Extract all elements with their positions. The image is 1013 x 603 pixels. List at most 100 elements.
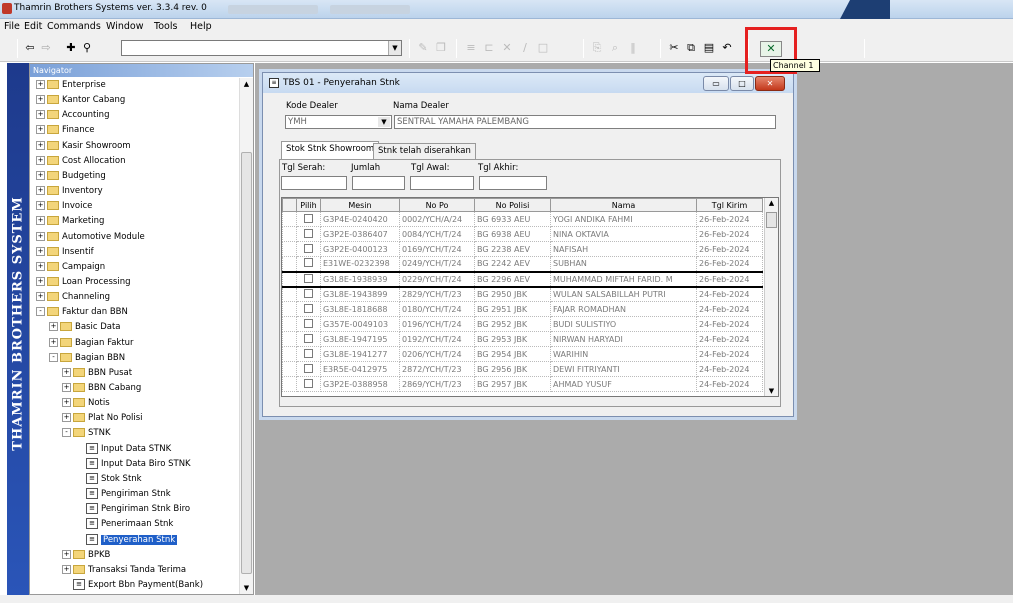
nama-dealer-field[interactable]: SENTRAL YAMAHA PALEMBANG (394, 115, 776, 129)
grid-scrollbar[interactable]: ▲ ▼ (764, 198, 778, 396)
nav-item[interactable]: + Cost Allocation (36, 154, 126, 168)
expand-icon[interactable]: + (36, 216, 45, 226)
menu-commands[interactable]: Commands (47, 21, 101, 32)
column-header[interactable]: Tgl Kirim (696, 198, 763, 212)
nav-item[interactable]: + Budgeting (36, 169, 106, 183)
menu-window[interactable]: Window (106, 21, 143, 32)
expand-icon[interactable]: + (36, 170, 45, 180)
nav-item[interactable]: + Marketing (36, 214, 104, 228)
nav-item[interactable]: + BPKB (62, 548, 110, 562)
pilih-checkbox[interactable] (304, 273, 313, 283)
table-row[interactable]: G3P2E-0388958 2869/YCH/T/23 BG 2957 JBK AHM… (282, 376, 763, 392)
expand-icon[interactable]: + (62, 564, 71, 574)
edit-icon[interactable]: ✎ (416, 41, 430, 55)
expand-icon[interactable]: + (36, 155, 45, 165)
pilih-checkbox[interactable] (304, 348, 313, 358)
expand-icon[interactable]: + (62, 398, 71, 408)
nav-item[interactable]: ≡ Penyerahan Stnk (75, 533, 178, 547)
forward-icon[interactable]: ⇨ (40, 41, 52, 55)
expand-icon[interactable]: + (62, 413, 71, 423)
tab-stnk-telah-diserahkan[interactable]: Stnk telah diserahkan (373, 143, 476, 159)
nav-item[interactable]: + Insentif (36, 245, 94, 259)
pilih-checkbox[interactable] (304, 243, 313, 253)
box-icon[interactable]: □ (536, 41, 550, 55)
pen-icon[interactable]: ∕ (518, 41, 532, 55)
nav-item[interactable]: ≡ Penerimaan Stnk (75, 517, 173, 531)
menu-tools[interactable]: Tools (154, 21, 177, 32)
nav-item[interactable]: ≡ Pengiriman Stnk Biro (75, 502, 190, 516)
menu-help[interactable]: Help (190, 21, 212, 32)
menu-file[interactable]: File (4, 21, 20, 32)
nav-item[interactable]: + Bagian Faktur (49, 336, 134, 350)
close-button[interactable]: ✕ (755, 76, 785, 91)
nav-item[interactable]: + Invoice (36, 199, 92, 213)
pilih-checkbox[interactable] (304, 258, 313, 268)
nav-item[interactable]: + Plat No Polisi (62, 411, 143, 425)
table-row[interactable]: E31WE-0232398 0249/YCH/T/24 BG 2242 AEV SUB… (282, 256, 763, 272)
nav-item[interactable]: + Accounting (36, 108, 109, 122)
binoculars-icon[interactable]: ⚲ (80, 41, 94, 55)
column-header[interactable]: Pilih (296, 198, 321, 212)
paste-icon[interactable]: ▤ (702, 41, 716, 55)
nav-item[interactable]: - STNK (62, 426, 111, 440)
nav-item[interactable]: - Faktur dan BBN (36, 305, 128, 319)
maximize-button[interactable]: □ (730, 76, 754, 91)
bookmark-icon[interactable]: ✚ (64, 41, 78, 55)
expand-icon[interactable]: + (36, 80, 45, 89)
pilih-checkbox[interactable] (304, 318, 313, 328)
scroll-down-icon[interactable]: ▼ (240, 584, 253, 592)
list-icon[interactable]: ≡ (464, 41, 478, 55)
scroll-up-icon[interactable]: ▲ (765, 199, 778, 207)
pilih-checkbox[interactable] (304, 228, 313, 238)
scroll-up-icon[interactable]: ▲ (240, 80, 253, 88)
kode-dealer-select[interactable]: YMH ▼ (285, 115, 392, 129)
nav-item[interactable]: + Finance (36, 123, 95, 137)
table-row[interactable]: G3L8E-1941277 0206/YCH/T/24 BG 2954 JBK WAR… (282, 346, 763, 362)
tgl-awal-input[interactable] (410, 176, 474, 190)
collapse-icon[interactable]: - (36, 307, 45, 317)
expand-icon[interactable]: + (36, 246, 45, 256)
table-row[interactable]: G3P2E-0386407 0084/YCH/T/24 BG 6938 AEU NIN… (282, 226, 763, 242)
nav-item[interactable]: + Loan Processing (36, 275, 130, 289)
nav-item[interactable]: + Channeling (36, 290, 110, 304)
pilih-checkbox[interactable] (304, 303, 313, 313)
expand-icon[interactable]: + (62, 383, 71, 392)
undo-icon[interactable]: ↶ (720, 41, 734, 55)
nav-item[interactable]: ≡ Stok Stnk (75, 472, 142, 486)
nav-item[interactable]: + Kantor Cabang (36, 93, 125, 107)
nav-item[interactable]: + Inventory (36, 184, 103, 198)
expand-icon[interactable]: + (36, 201, 45, 211)
jumlah-input[interactable] (352, 176, 405, 190)
nav-item[interactable]: ≡ Input Data STNK (75, 442, 171, 456)
nav-item[interactable]: - Bagian BBN (49, 351, 125, 365)
pilih-checkbox[interactable] (304, 288, 313, 298)
menu-edit[interactable]: Edit (24, 21, 42, 32)
column-header[interactable]: No Polisi (474, 198, 551, 212)
pilih-checkbox[interactable] (304, 363, 313, 373)
expand-icon[interactable]: + (36, 292, 45, 302)
table-row[interactable]: G357E-0049103 0196/YCH/T/24 BG 2952 JBK BUD… (282, 316, 763, 332)
navigator-scrollbar[interactable]: ▲ ▼ (239, 78, 253, 594)
scroll-down-icon[interactable]: ▼ (765, 387, 778, 395)
table-row[interactable]: G3L8E-1947195 0192/YCH/T/24 BG 2953 JBK NIR… (282, 331, 763, 347)
nav-item[interactable]: + Basic Data (49, 320, 121, 334)
expand-icon[interactable]: + (36, 261, 45, 271)
expand-icon[interactable]: + (62, 367, 71, 377)
nav-item[interactable]: ≡ Export Bbn Payment(Bank) (62, 578, 203, 592)
nav-item[interactable]: + Enterprise (36, 78, 106, 92)
table-row[interactable]: G3L8E-1943899 2829/YCH/T/23 BG 2950 JBK WUL… (282, 286, 763, 302)
command-input[interactable]: ▼ (121, 40, 402, 56)
expand-icon[interactable]: + (49, 337, 58, 347)
expand-icon[interactable]: + (36, 95, 45, 105)
expand-icon[interactable]: + (36, 231, 45, 241)
pilih-checkbox[interactable] (304, 378, 313, 388)
table-row[interactable]: G3L8E-1938939 0229/YCH/T/24 BG 2296 AEV MUH… (282, 270, 763, 288)
tab-stok-stnk-showroom[interactable]: Stok Stnk Showroom (281, 141, 380, 159)
delete-icon[interactable]: ✕ (500, 41, 514, 55)
back-icon[interactable]: ⇦ (23, 41, 37, 55)
pilih-checkbox[interactable] (304, 333, 313, 343)
clipboard-icon[interactable]: ⎘ (590, 41, 604, 55)
expand-icon[interactable]: + (36, 276, 45, 286)
nav-item[interactable]: + Notis (62, 396, 110, 410)
cut-icon[interactable]: ✂ (667, 41, 681, 55)
